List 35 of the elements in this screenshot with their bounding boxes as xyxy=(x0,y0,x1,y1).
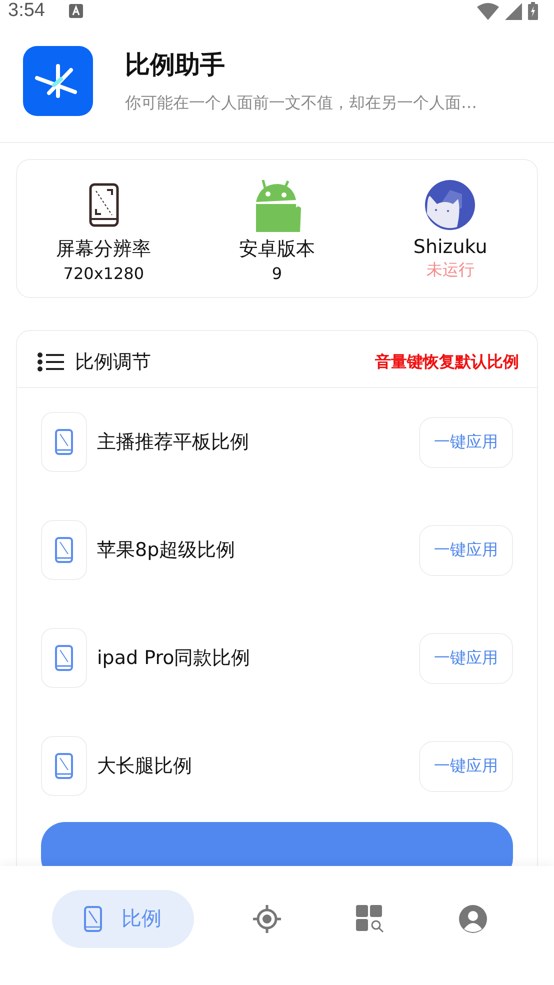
notification-icon xyxy=(68,4,83,18)
phone-icon xyxy=(41,628,87,688)
ratio-name: 大长腿比例 xyxy=(97,754,192,779)
phone-icon xyxy=(84,906,102,932)
info-label: 安卓版本 xyxy=(238,237,315,262)
app-title: 比例助手 xyxy=(125,49,226,81)
crosshair-icon xyxy=(252,904,280,932)
cat-avatar-icon xyxy=(425,178,476,232)
ratio-name: ipad Pro同款比例 xyxy=(97,646,250,671)
info-value: 720x1280 xyxy=(63,264,144,283)
ratio-name: 主播推荐平板比例 xyxy=(97,430,249,455)
ratio-name: 苹果8p超级比例 xyxy=(97,538,236,563)
phone-icon xyxy=(41,412,87,472)
phone-icon xyxy=(41,736,87,796)
grid-search-icon xyxy=(356,904,384,932)
app-subtitle: 你可能在一个人面前一文不值，却在另一个人面… xyxy=(125,93,477,114)
apply-button[interactable]: 一键应用 xyxy=(419,632,513,684)
nav-tab[interactable]: 比例 xyxy=(52,890,194,948)
info-value: 未运行 xyxy=(426,260,474,281)
status-time: 3:54 xyxy=(8,0,45,22)
signal-icon xyxy=(505,2,522,20)
info-label: Shizuku xyxy=(413,236,488,258)
apply-button[interactable]: 一键应用 xyxy=(419,524,513,576)
apply-button[interactable]: 一键应用 xyxy=(419,416,513,468)
apply-button[interactable]: 一键应用 xyxy=(419,740,513,792)
list-icon xyxy=(37,352,65,372)
info-label: 屏幕分辨率 xyxy=(56,237,152,262)
nav-label: 比例 xyxy=(122,905,162,932)
app-logo-icon xyxy=(23,46,93,116)
info-value: 9 xyxy=(272,264,282,283)
user-icon xyxy=(458,904,486,932)
wifi-icon xyxy=(477,2,499,20)
section-title: 比例调节 xyxy=(75,350,151,375)
phone-icon xyxy=(41,520,87,580)
section-hint: 音量键恢复默认比例 xyxy=(375,352,519,372)
